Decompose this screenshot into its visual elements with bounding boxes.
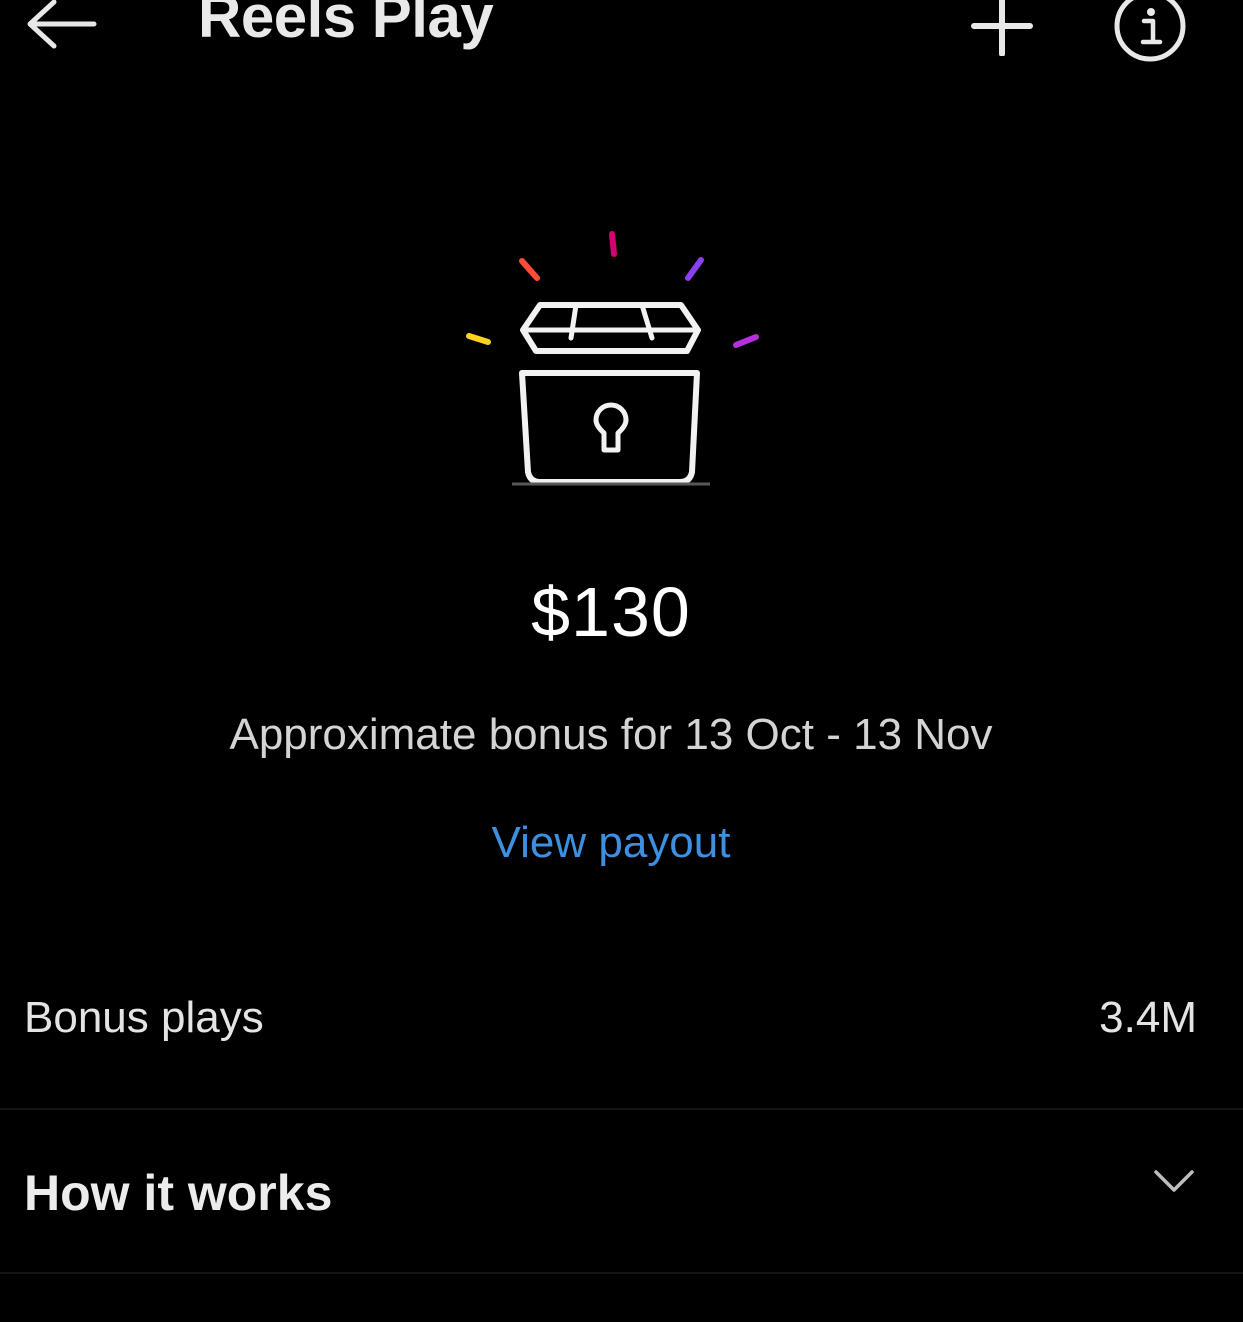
divider: [0, 1108, 1243, 1110]
treasure-chest-graphic: [466, 231, 759, 486]
top-bar: Reels Play: [0, 0, 1243, 62]
page-title: Reels Play: [198, 0, 494, 50]
sparkle-ray: [609, 231, 617, 257]
chevron-down-icon: [1154, 1170, 1194, 1192]
plus-icon: [971, 0, 1033, 56]
sparkle-ray: [519, 258, 540, 281]
divider: [0, 1272, 1243, 1274]
sparkle-ray: [685, 257, 704, 281]
back-button[interactable]: [22, 0, 100, 52]
sparkle-ray: [466, 333, 491, 345]
how-it-works-accordion[interactable]: How it works: [0, 1140, 1243, 1250]
how-it-works-title: How it works: [24, 1165, 333, 1221]
bonus-plays-value: 3.4M: [1099, 993, 1197, 1042]
info-button[interactable]: [1110, 0, 1190, 62]
bonus-plays-label: Bonus plays: [24, 993, 264, 1042]
arrow-left-icon: [27, 0, 97, 49]
sparkle-ray: [733, 334, 759, 348]
add-button[interactable]: [966, 0, 1038, 58]
info-circle-icon: [1114, 0, 1186, 62]
treasure-chest-lock-icon: [450, 220, 780, 500]
bonus-amount: $130: [531, 573, 691, 651]
view-payout-link[interactable]: View payout: [0, 818, 1222, 868]
bonus-plays-row: Bonus plays 3.4M: [0, 985, 1243, 1057]
bonus-period-text: Approximate bonus for 13 Oct - 13 Nov: [229, 710, 993, 759]
